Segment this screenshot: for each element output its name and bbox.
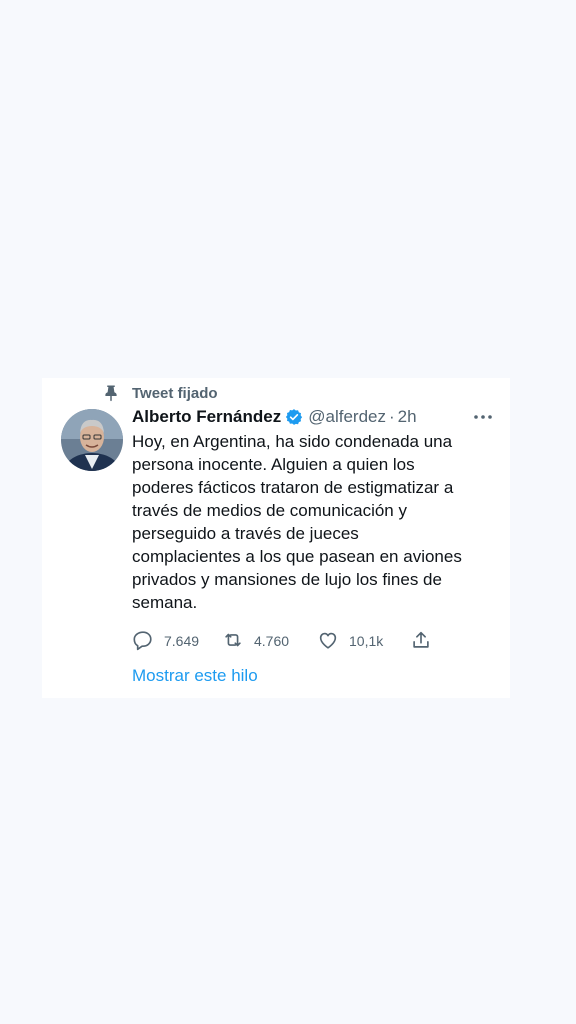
tweet-header: Alberto Fernández @alferdez · 2h bbox=[132, 406, 494, 428]
retweet-count: 4.760 bbox=[254, 633, 290, 649]
tweet-card[interactable]: Tweet fijado Alberto Fernández @alferdez… bbox=[42, 378, 510, 698]
like-button[interactable]: 10,1k bbox=[317, 629, 410, 654]
tweet-actions: 7.649 4.760 10,1k bbox=[132, 628, 494, 654]
retweet-button[interactable]: 4.760 bbox=[222, 629, 317, 654]
avatar[interactable] bbox=[61, 409, 123, 471]
separator: · bbox=[389, 407, 395, 426]
share-icon bbox=[410, 629, 432, 654]
verified-badge-icon bbox=[285, 408, 303, 426]
reply-count: 7.649 bbox=[164, 633, 200, 649]
tweet-text: Hoy, en Argentina, ha sido condenada una… bbox=[132, 432, 462, 612]
share-button[interactable] bbox=[410, 629, 432, 654]
author-handle[interactable]: @alferdez bbox=[308, 407, 386, 427]
pinned-indicator: Tweet fijado bbox=[102, 382, 218, 404]
like-count: 10,1k bbox=[349, 633, 384, 649]
reply-button[interactable]: 7.649 bbox=[132, 629, 222, 654]
author-name[interactable]: Alberto Fernández bbox=[132, 407, 281, 427]
reply-icon bbox=[132, 629, 154, 654]
more-options-icon[interactable] bbox=[472, 406, 494, 428]
page: Tweet fijado Alberto Fernández @alferdez… bbox=[0, 0, 576, 1024]
pin-icon bbox=[102, 384, 120, 402]
tweet-time[interactable]: 2h bbox=[398, 407, 417, 427]
retweet-icon bbox=[222, 629, 244, 654]
pinned-label: Tweet fijado bbox=[132, 384, 218, 402]
heart-icon bbox=[317, 629, 339, 654]
tweet-body: Alberto Fernández @alferdez · 2h Hoy, en… bbox=[132, 406, 494, 654]
show-thread-link[interactable]: Mostrar este hilo bbox=[132, 666, 258, 686]
